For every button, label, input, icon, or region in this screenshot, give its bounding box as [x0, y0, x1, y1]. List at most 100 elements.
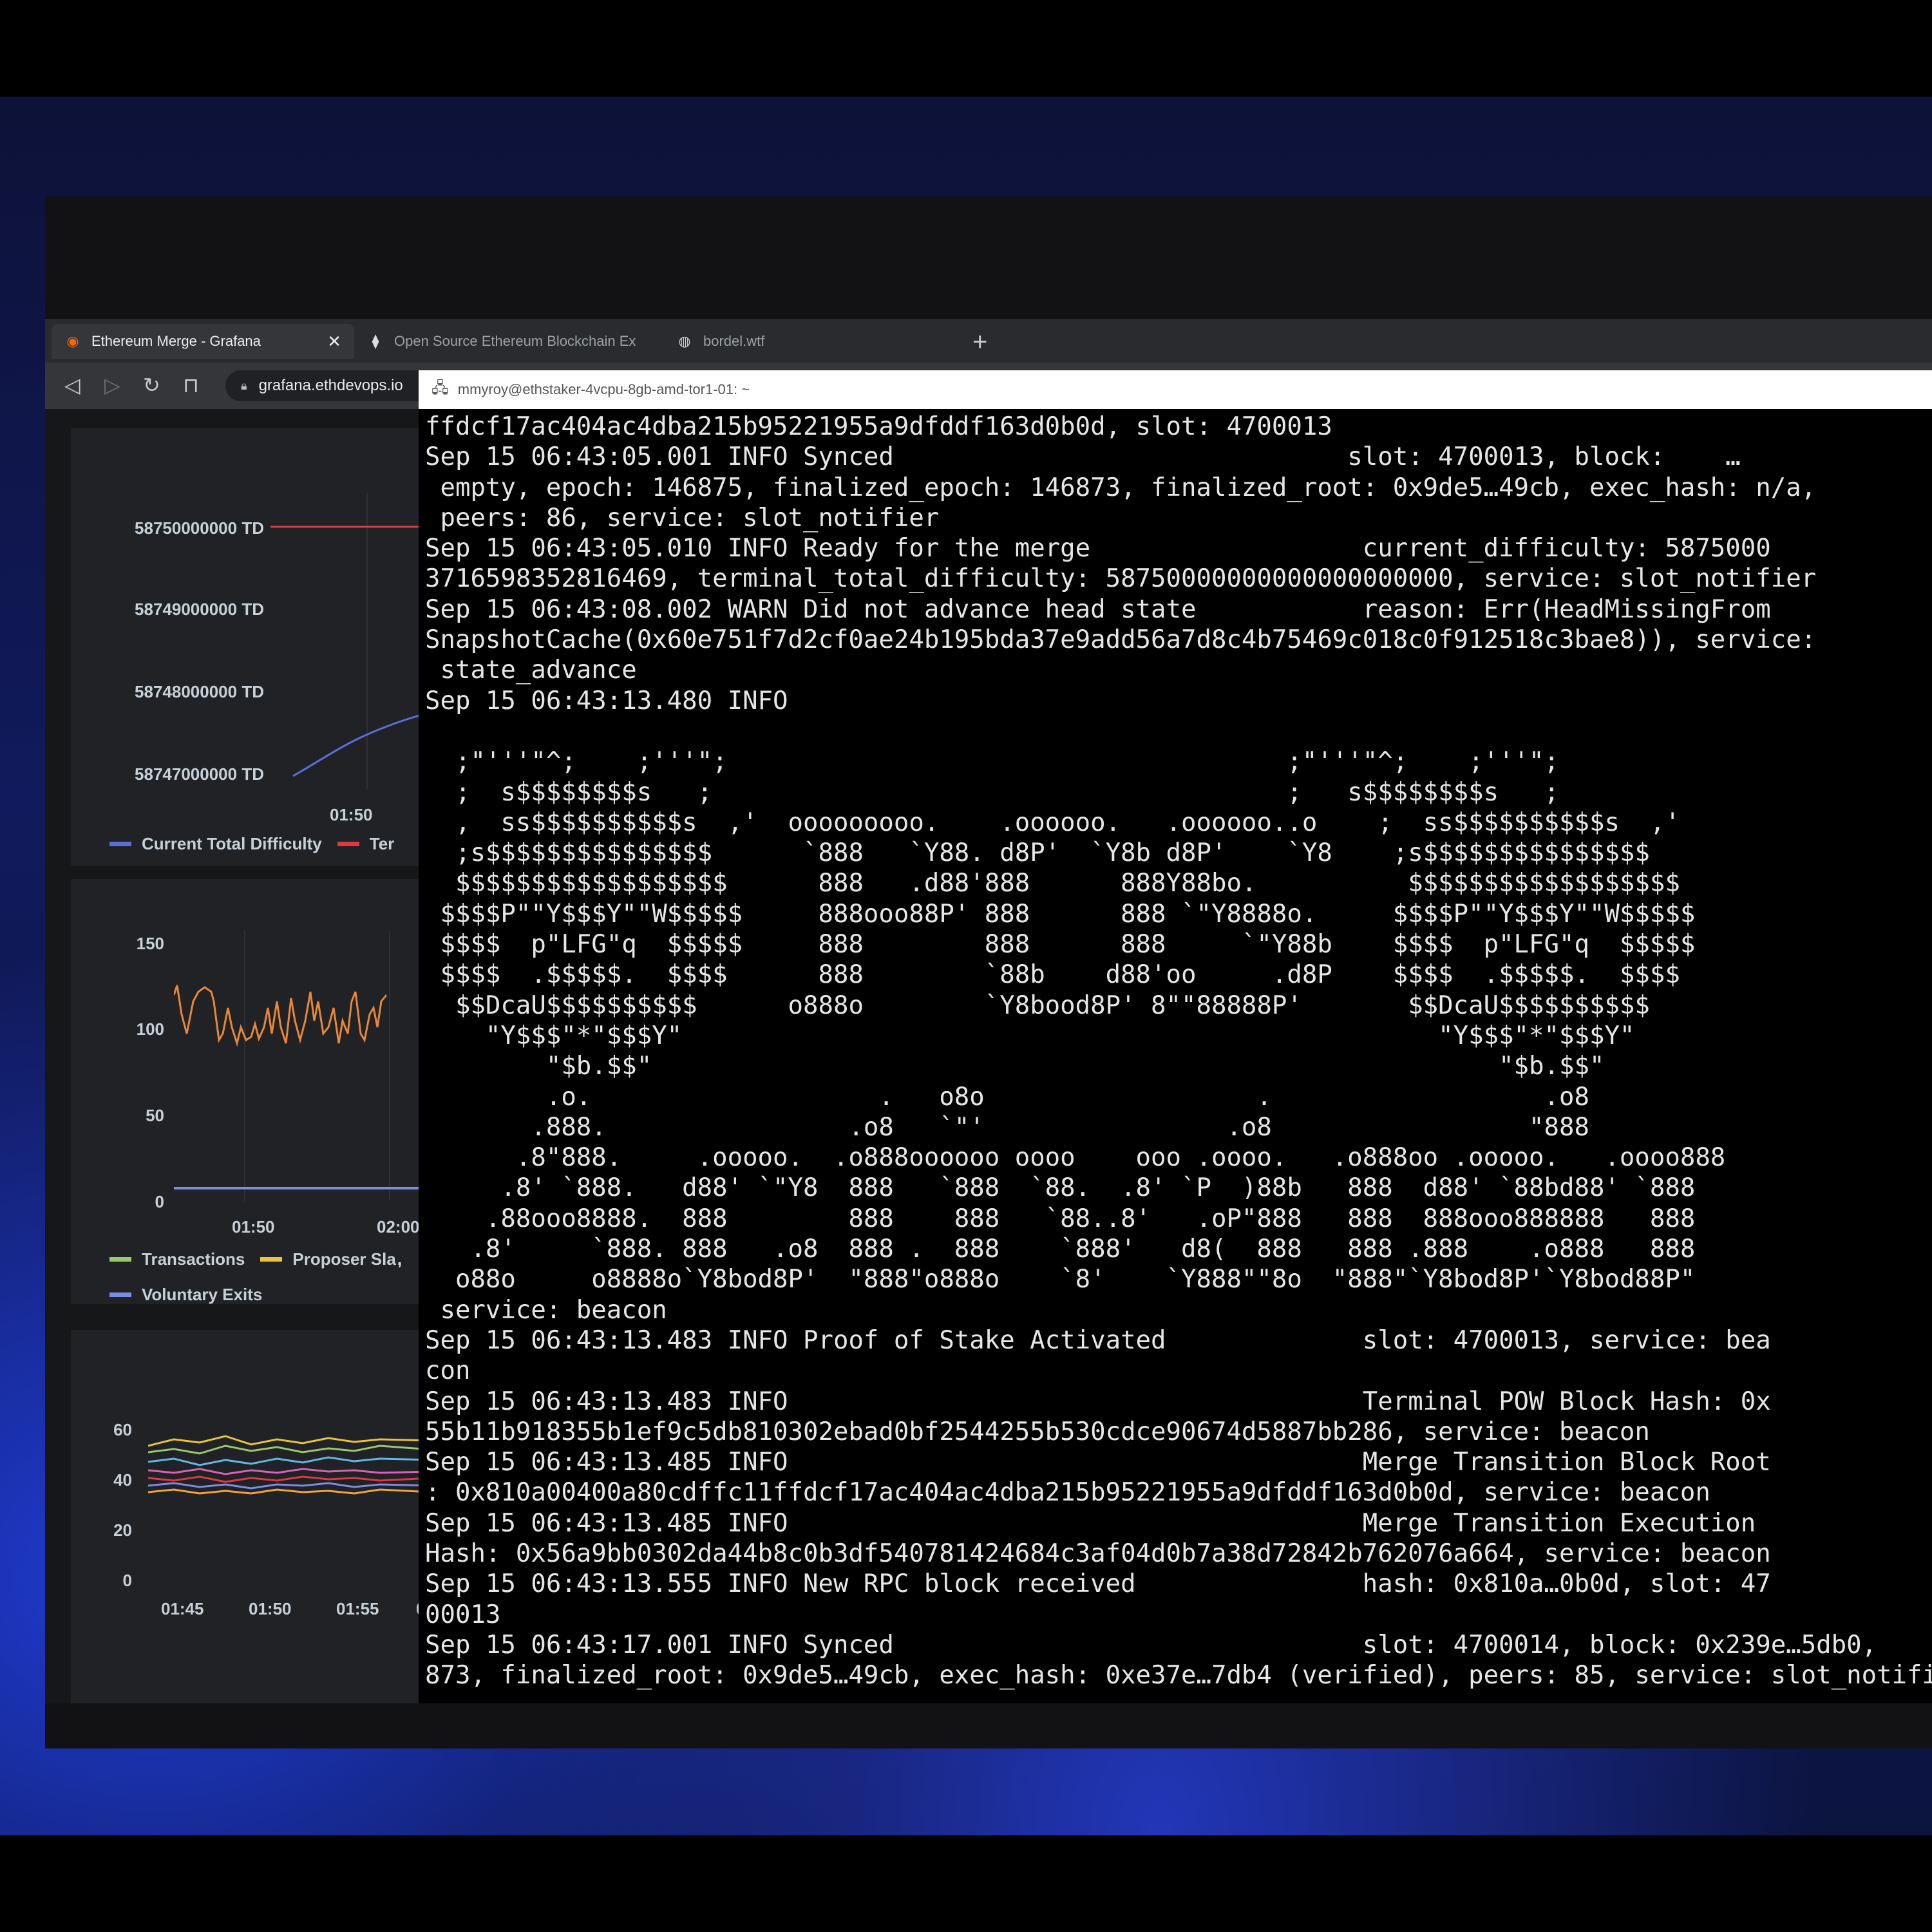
terminal-line: o88o o8888o`Y8bod8P' "888"o888o `8' `Y88…	[425, 1265, 1696, 1294]
terminal-line: ;s$$$$$$$$$$$$$$$ `888 `Y88. d8P' `Y8b d…	[425, 838, 1650, 868]
terminal-line: .88ooo8888. 888 888 888 `88..8' .oP"888 …	[425, 1204, 1696, 1233]
monitor-top-bezel	[45, 196, 1932, 319]
terminal-line: Hash: 0x56a9bb0302da44b8c0b3df5407814246…	[425, 1539, 1771, 1568]
y-tick: 58748000000 TD	[135, 682, 264, 701]
forward-icon[interactable]: ▷	[104, 373, 120, 397]
terminal-line: 55b11b918355b1ef9c5db810302ebad0bf254425…	[425, 1417, 1650, 1446]
terminal-title-bar[interactable]: 🖧︎ mmyroy@ethstaker-4vcpu-8gb-amd-tor1-0…	[419, 370, 1932, 409]
y-tick: 20	[113, 1520, 132, 1540]
y-tick: 40	[113, 1470, 132, 1490]
close-icon[interactable]: ✕	[327, 332, 341, 352]
chart-series	[148, 1435, 431, 1447]
transactions-chart	[174, 931, 431, 1201]
terminal-line: 873, finalized_root: 0x9de5…49cb, exec_h…	[425, 1661, 1932, 1690]
peers-chart	[148, 1435, 431, 1495]
terminal-output: ffdcf17ac404ac4dba215b95221955a9dfddf163…	[419, 409, 1932, 1690]
terminal-line: , ss$$$$$$$$$$s ,' ooooooooo. .oooooo. .…	[425, 808, 1680, 837]
difficulty-panel: 58750000000 TD 58749000000 TD 5874800000…	[71, 428, 431, 866]
terminal-line: Sep 15 06:43:13.483 INFO Proof of Stake …	[425, 1325, 1771, 1355]
grafana-dashboard: 58750000000 TD 58749000000 TD 5874800000…	[45, 409, 435, 1723]
legend-swatch	[260, 1257, 283, 1262]
terminal-line: .o. . o8o . .o8	[425, 1082, 1589, 1112]
y-tick: 150	[136, 934, 164, 953]
y-tick: 58749000000 TD	[135, 600, 264, 619]
terminal-icon: 🖧︎	[431, 379, 449, 397]
terminal-line: service: beacon	[425, 1295, 667, 1325]
legend-swatch	[337, 842, 359, 846]
terminal-window[interactable]: ffdcf17ac404ac4dba215b95221955a9dfddf163…	[419, 409, 1932, 1703]
grafana-icon: ◉	[66, 333, 79, 349]
legend-item[interactable]: Voluntary Exits	[109, 1285, 262, 1305]
terminal-line: 00013	[425, 1600, 501, 1629]
terminal-line: "$b.$$" "$b.$$"	[425, 1052, 1605, 1081]
transactions-series	[174, 985, 388, 1047]
monitor-bottom-bezel	[45, 1703, 1932, 1748]
bookmark-icon[interactable]: ⊓	[183, 373, 199, 397]
terminal-line: Sep 15 06:43:13.485 INFO Merge Transitio…	[425, 1448, 1771, 1477]
x-tick: 01:50	[249, 1599, 292, 1618]
legend-label: Voluntary Exits	[142, 1285, 263, 1304]
terminal-line: ffdcf17ac404ac4dba215b95221955a9dfddf163…	[425, 412, 1332, 441]
terminal-line: $$$$$$$$$$$$$$$$$$ 888 .d88'888 888Y88bo…	[425, 869, 1680, 898]
x-tick: 01:50	[330, 805, 373, 824]
y-tick: 58747000000 TD	[135, 764, 264, 784]
x-tick: 01:55	[336, 1599, 379, 1618]
terminal-line: $$$$P""Y$$$Y""W$$$$$ 888ooo88P' 888 888 …	[425, 899, 1696, 929]
legend-label: Transactions	[142, 1249, 245, 1269]
difficulty-chart	[270, 493, 431, 789]
chart-series	[148, 1482, 431, 1490]
y-tick: 50	[146, 1106, 164, 1125]
y-tick: 0	[122, 1571, 132, 1590]
legend-item[interactable]: Current Total Difficulty Ter	[109, 834, 394, 854]
terminal-line: .8"888. .ooooo. .o888oooooo oooo ooo .oo…	[425, 1143, 1726, 1173]
chart-series	[148, 1444, 431, 1455]
terminal-line: "Y$$$"*"$$$Y" "Y$$$"*"$$$Y"	[425, 1021, 1635, 1050]
y-tick: 100	[136, 1019, 164, 1039]
tab-label: Ethereum Merge - Grafana	[91, 333, 261, 349]
terminal-line: Sep 15 06:43:13.485 INFO Merge Transitio…	[425, 1508, 1756, 1538]
monitor-screen: ◉ Ethereum Merge - Grafana ✕ ⧫ Open Sour…	[45, 196, 1932, 1748]
chart-series	[148, 1488, 431, 1495]
terminal-line: Sep 15 06:43:13.555 INFO New RPC block r…	[425, 1569, 1771, 1599]
tab-bordel[interactable]: ◍ bordel.wtf	[663, 324, 908, 359]
transactions-panel: 150 100 50 0 01:50 02:00 Transactions Pr…	[71, 879, 431, 1304]
terminal-title: mmyroy@ethstaker-4vcpu-8gb-amd-tor1-01: …	[457, 381, 750, 397]
tab-label: Open Source Ethereum Blockchain Ex	[394, 333, 636, 349]
terminal-line: Sep 15 06:43:13.480 INFO	[425, 686, 788, 715]
tab-blockchain-explorer[interactable]: ⧫ Open Source Ethereum Blockchain Ex	[354, 324, 663, 359]
legend-label: Proposer Sla	[292, 1249, 396, 1269]
x-tick: 01:45	[161, 1599, 204, 1618]
terminal-line: $$DcaU$$$$$$$$$$ o888o `Y8bood8P' 8""888…	[425, 990, 1650, 1020]
terminal-line: state_advance	[425, 656, 637, 685]
terminal-line: peers: 86, service: slot_notifier	[425, 503, 940, 533]
globe-icon: ◍	[678, 333, 691, 349]
lock-icon: 🔒︎	[241, 379, 247, 392]
terminal-line: 3716598352816469, terminal_total_difficu…	[425, 564, 1817, 594]
terminal-line: empty, epoch: 146875, finalized_epoch: 1…	[425, 473, 1817, 502]
tab-label: bordel.wtf	[703, 333, 765, 349]
difficulty-line	[292, 710, 431, 777]
terminal-line: ;"'''"^; ;'''"; ;"'''"^; ;'''";	[425, 747, 1559, 777]
tab-grafana[interactable]: ◉ Ethereum Merge - Grafana ✕	[52, 324, 354, 359]
terminal-line: .888. .o8 `"' .o8 "888	[425, 1112, 1589, 1142]
terminal-line: Sep 15 06:43:17.001 INFO Synced slot: 47…	[425, 1630, 1877, 1660]
terminal-line: $$$$ p"LFG"q $$$$$ 888 888 888 `"Y88b $$…	[425, 930, 1696, 960]
legend-separator: ,	[397, 1249, 402, 1269]
terminal-line: Sep 15 06:43:08.002 WARN Did not advance…	[425, 594, 1771, 624]
peers-panel: 60 40 20 0 01:45 01:50 01:55 02	[71, 1330, 435, 1723]
terminal-line: $$$$ .$$$$$. $$$$ 888 `88b d88'oo .d8P $…	[425, 960, 1680, 990]
terminal-line: Sep 15 06:43:13.483 INFO Terminal POW Bl…	[425, 1387, 1771, 1416]
x-tick: 02:00	[377, 1217, 420, 1236]
terminal-line: ; s$$$$$$$$s ; ; s$$$$$$$$s ;	[425, 777, 1559, 807]
legend-swatch	[109, 1257, 131, 1262]
terminal-line: Sep 15 06:43:05.001 INFO Synced slot: 47…	[425, 442, 1741, 472]
terminal-line: Sep 15 06:43:05.010 INFO Ready for the m…	[425, 534, 1771, 564]
back-icon[interactable]: ◁	[64, 373, 80, 397]
reload-icon[interactable]: ↻	[143, 373, 160, 397]
y-tick: 0	[155, 1192, 164, 1211]
legend-label: Current Total Difficulty	[142, 834, 322, 853]
legend-item[interactable]: Transactions Proposer Sla ,	[109, 1249, 402, 1269]
new-tab-button[interactable]: +	[972, 328, 987, 357]
terminal-line: con	[425, 1356, 471, 1386]
terminal-line: : 0x810a00400a80cdffc11ffdcf17ac404ac4db…	[425, 1478, 1710, 1508]
